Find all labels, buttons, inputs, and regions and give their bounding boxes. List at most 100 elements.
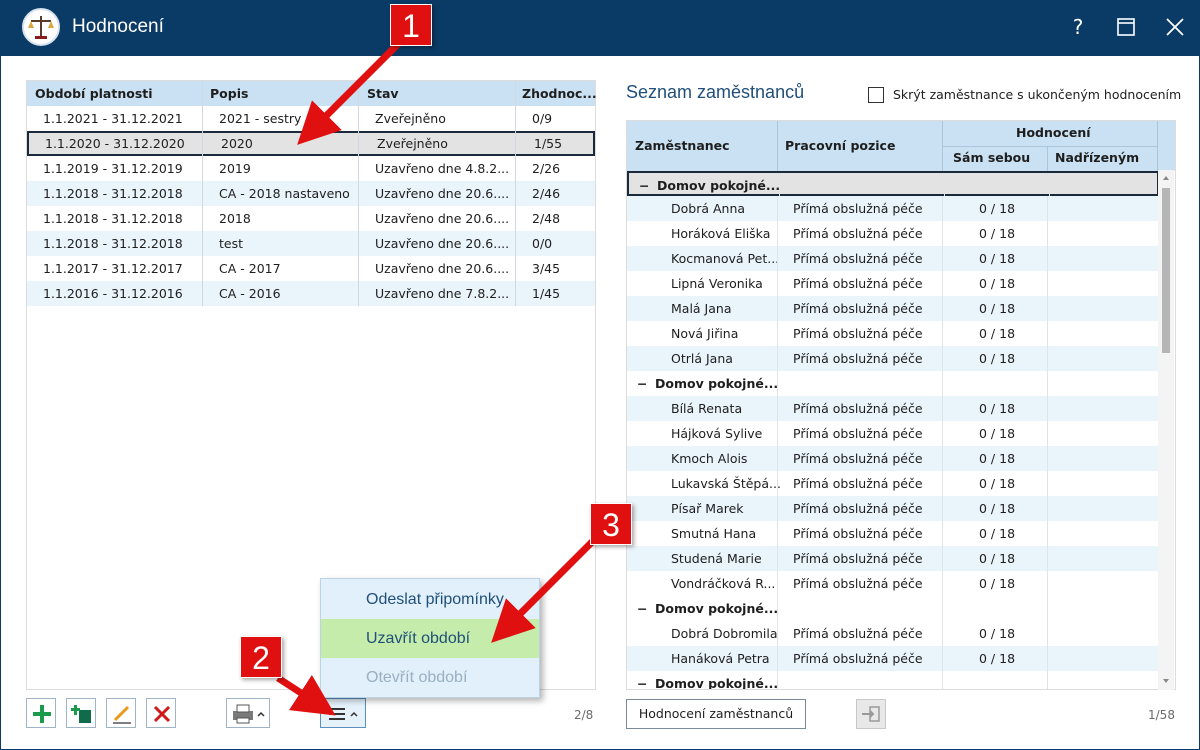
period-cell-desc: 2021 - sestry: [219, 111, 302, 126]
employee-cell-self: 0 / 18: [979, 651, 1016, 666]
hide-finished-checkbox[interactable]: [868, 87, 884, 103]
column-divider: [1047, 246, 1048, 271]
period-row[interactable]: 1.1.2021 - 31.12.2021 2021 - sestry Zveřej…: [27, 106, 595, 131]
col-rating: Hodnocení: [1016, 125, 1091, 140]
column-divider: [777, 671, 778, 689]
period-cell-desc: CA - 2016: [219, 286, 281, 301]
employee-row[interactable]: Dobrá Anna Přímá obslužná péče 0 / 18: [627, 196, 1159, 221]
menu-item-send-comments[interactable]: Odeslat připomínky: [321, 580, 539, 619]
period-row[interactable]: 1.1.2019 - 31.12.2019 2019 Uzavřeno dne 4.…: [27, 156, 595, 181]
export-icon: [862, 706, 880, 722]
column-divider: [777, 546, 778, 571]
employee-row[interactable]: Horáková Eliška Přímá obslužná péče 0 / 18: [627, 221, 1159, 246]
print-button[interactable]: [226, 698, 270, 728]
period-row[interactable]: 1.1.2018 - 31.12.2018 test Uzavřeno dne 20…: [27, 231, 595, 256]
employee-row[interactable]: Smutná Hana Přímá obslužná péče 0 / 18: [627, 521, 1159, 546]
col-description[interactable]: Popis: [210, 86, 248, 101]
col-superior[interactable]: Nadřízeným: [1055, 150, 1139, 165]
column-divider: [1047, 546, 1048, 571]
collapse-icon[interactable]: −: [637, 601, 647, 616]
employee-row[interactable]: Lipná Veronika Přímá obslužná péče 0 / 18: [627, 271, 1159, 296]
scroll-up-icon[interactable]: [1158, 173, 1174, 183]
period-row[interactable]: 1.1.2016 - 31.12.2016 CA - 2016 Uzavřeno d…: [27, 281, 595, 306]
copy-add-button[interactable]: [66, 698, 96, 728]
menu-button[interactable]: [320, 698, 366, 728]
column-divider: [1047, 421, 1048, 446]
column-divider: [1047, 571, 1048, 596]
period-row[interactable]: 1.1.2020 - 31.12.2020 2020 Zveřejněno 1/55: [27, 131, 595, 156]
column-divider: [942, 346, 943, 371]
employee-cell-position: Přímá obslužná péče: [793, 301, 923, 316]
column-divider: [777, 296, 778, 321]
column-divider: [777, 221, 778, 246]
period-cell-state: Zveřejněno: [375, 111, 446, 126]
employee-row[interactable]: Otrlá Jana Přímá obslužná péče 0 / 18: [627, 346, 1159, 371]
col-score[interactable]: Zhodnoc...: [522, 86, 597, 101]
col-employee[interactable]: Zaměstnanec: [635, 138, 730, 153]
group-row[interactable]: − Domov pokojné...: [627, 671, 1159, 690]
employee-cell-position: Přímá obslužná péče: [793, 276, 923, 291]
collapse-icon[interactable]: −: [637, 376, 647, 391]
employee-row[interactable]: Hájková Sylive Přímá obslužná péče 0 / 18: [627, 421, 1159, 446]
employee-rating-button[interactable]: Hodnocení zaměstnanců: [626, 699, 806, 729]
menu-item-close-period[interactable]: Uzavřít období: [321, 619, 539, 658]
period-cell-period: 1.1.2019 - 31.12.2019: [43, 161, 183, 176]
col-period[interactable]: Období platnosti: [35, 86, 153, 101]
employees-title: Seznam zaměstnanců: [626, 82, 805, 102]
group-label: Domov pokojné...: [655, 676, 779, 690]
period-row[interactable]: 1.1.2017 - 31.12.2017 CA - 2017 Uzavřeno d…: [27, 256, 595, 281]
employee-row[interactable]: Písař Marek Přímá obslužná péče 0 / 18: [627, 496, 1159, 521]
print-icon: [233, 704, 265, 724]
period-cell-score: 2/26: [532, 161, 561, 176]
collapse-icon[interactable]: −: [639, 178, 649, 193]
close-icon[interactable]: [1160, 12, 1190, 42]
employee-cell-position: Přímá obslužná péče: [793, 651, 923, 666]
employee-cell-self: 0 / 18: [979, 251, 1016, 266]
col-position[interactable]: Pracovní pozice: [785, 138, 895, 153]
employee-row[interactable]: Hanáková Petra Přímá obslužná péče 0 / 18: [627, 646, 1159, 671]
employee-row[interactable]: Studená Marie Přímá obslužná péče 0 / 18: [627, 546, 1159, 571]
edit-button[interactable]: [106, 698, 136, 728]
employee-row[interactable]: Dobrá Dobromila Přímá obslužná péče 0 / 18: [627, 621, 1159, 646]
column-divider: [942, 446, 943, 471]
group-row[interactable]: − Domov pokojné...: [627, 171, 1159, 198]
column-divider: [942, 221, 943, 246]
column-divider: [777, 371, 778, 396]
scroll-down-icon[interactable]: [1158, 676, 1174, 686]
col-self[interactable]: Sám sebou: [953, 150, 1030, 165]
employee-row[interactable]: Kmoch Alois Přímá obslužná péče 0 / 18: [627, 446, 1159, 471]
period-cell-desc: CA - 2018 nastaveno: [219, 186, 350, 201]
collapse-icon[interactable]: −: [637, 676, 647, 689]
employee-row[interactable]: Vondráčková R... Přímá obslužná péče 0 / 1…: [627, 571, 1159, 596]
employee-cell-name: Bílá Renata: [671, 401, 743, 416]
group-label: Domov pokojné...: [657, 178, 781, 193]
help-icon[interactable]: ?: [1063, 12, 1093, 42]
add-button[interactable]: [26, 698, 56, 728]
employee-cell-self: 0 / 18: [979, 351, 1016, 366]
column-divider: [777, 421, 778, 446]
employee-row[interactable]: Kocmanová Pet... Přímá obslužná péče 0 / 1…: [627, 246, 1159, 271]
period-cell-desc: 2020: [221, 136, 253, 151]
employees-scrollbar[interactable]: [1158, 170, 1174, 690]
period-row[interactable]: 1.1.2018 - 31.12.2018 CA - 2018 nastaveno…: [27, 181, 595, 206]
employee-row[interactable]: Malá Jana Přímá obslužná péče 0 / 18: [627, 296, 1159, 321]
col-state[interactable]: Stav: [367, 86, 399, 101]
employee-row[interactable]: Bílá Renata Přímá obslužná péče 0 / 18: [627, 396, 1159, 421]
delete-button[interactable]: [146, 698, 176, 728]
employee-row[interactable]: Lukavská Štěpá... Přímá obslužná péče 0 / …: [627, 471, 1159, 496]
column-divider: [1049, 173, 1050, 198]
employee-cell-name: Smutná Hana: [671, 526, 757, 541]
period-row[interactable]: 1.1.2018 - 31.12.2018 2018 Uzavřeno dne 20…: [27, 206, 595, 231]
column-divider: [1047, 521, 1048, 546]
column-divider: [1047, 496, 1048, 521]
employee-cell-name: Lukavská Štěpá...: [671, 476, 781, 491]
employee-row[interactable]: Nová Jiřina Přímá obslužná péče 0 / 18: [627, 321, 1159, 346]
employees-table[interactable]: Zaměstnanec Pracovní pozice Hodnocení Sá…: [626, 120, 1176, 690]
group-row[interactable]: − Domov pokojné...: [627, 596, 1159, 621]
employee-cell-name: Kocmanová Pet...: [671, 251, 780, 266]
scrollbar-thumb[interactable]: [1162, 188, 1170, 353]
maximize-icon[interactable]: [1111, 12, 1141, 42]
group-row[interactable]: − Domov pokojné...: [627, 371, 1159, 396]
employee-cell-self: 0 / 18: [979, 526, 1016, 541]
hide-finished-label[interactable]: Skrýt zaměstnance s ukončeným hodnocením: [893, 87, 1181, 102]
